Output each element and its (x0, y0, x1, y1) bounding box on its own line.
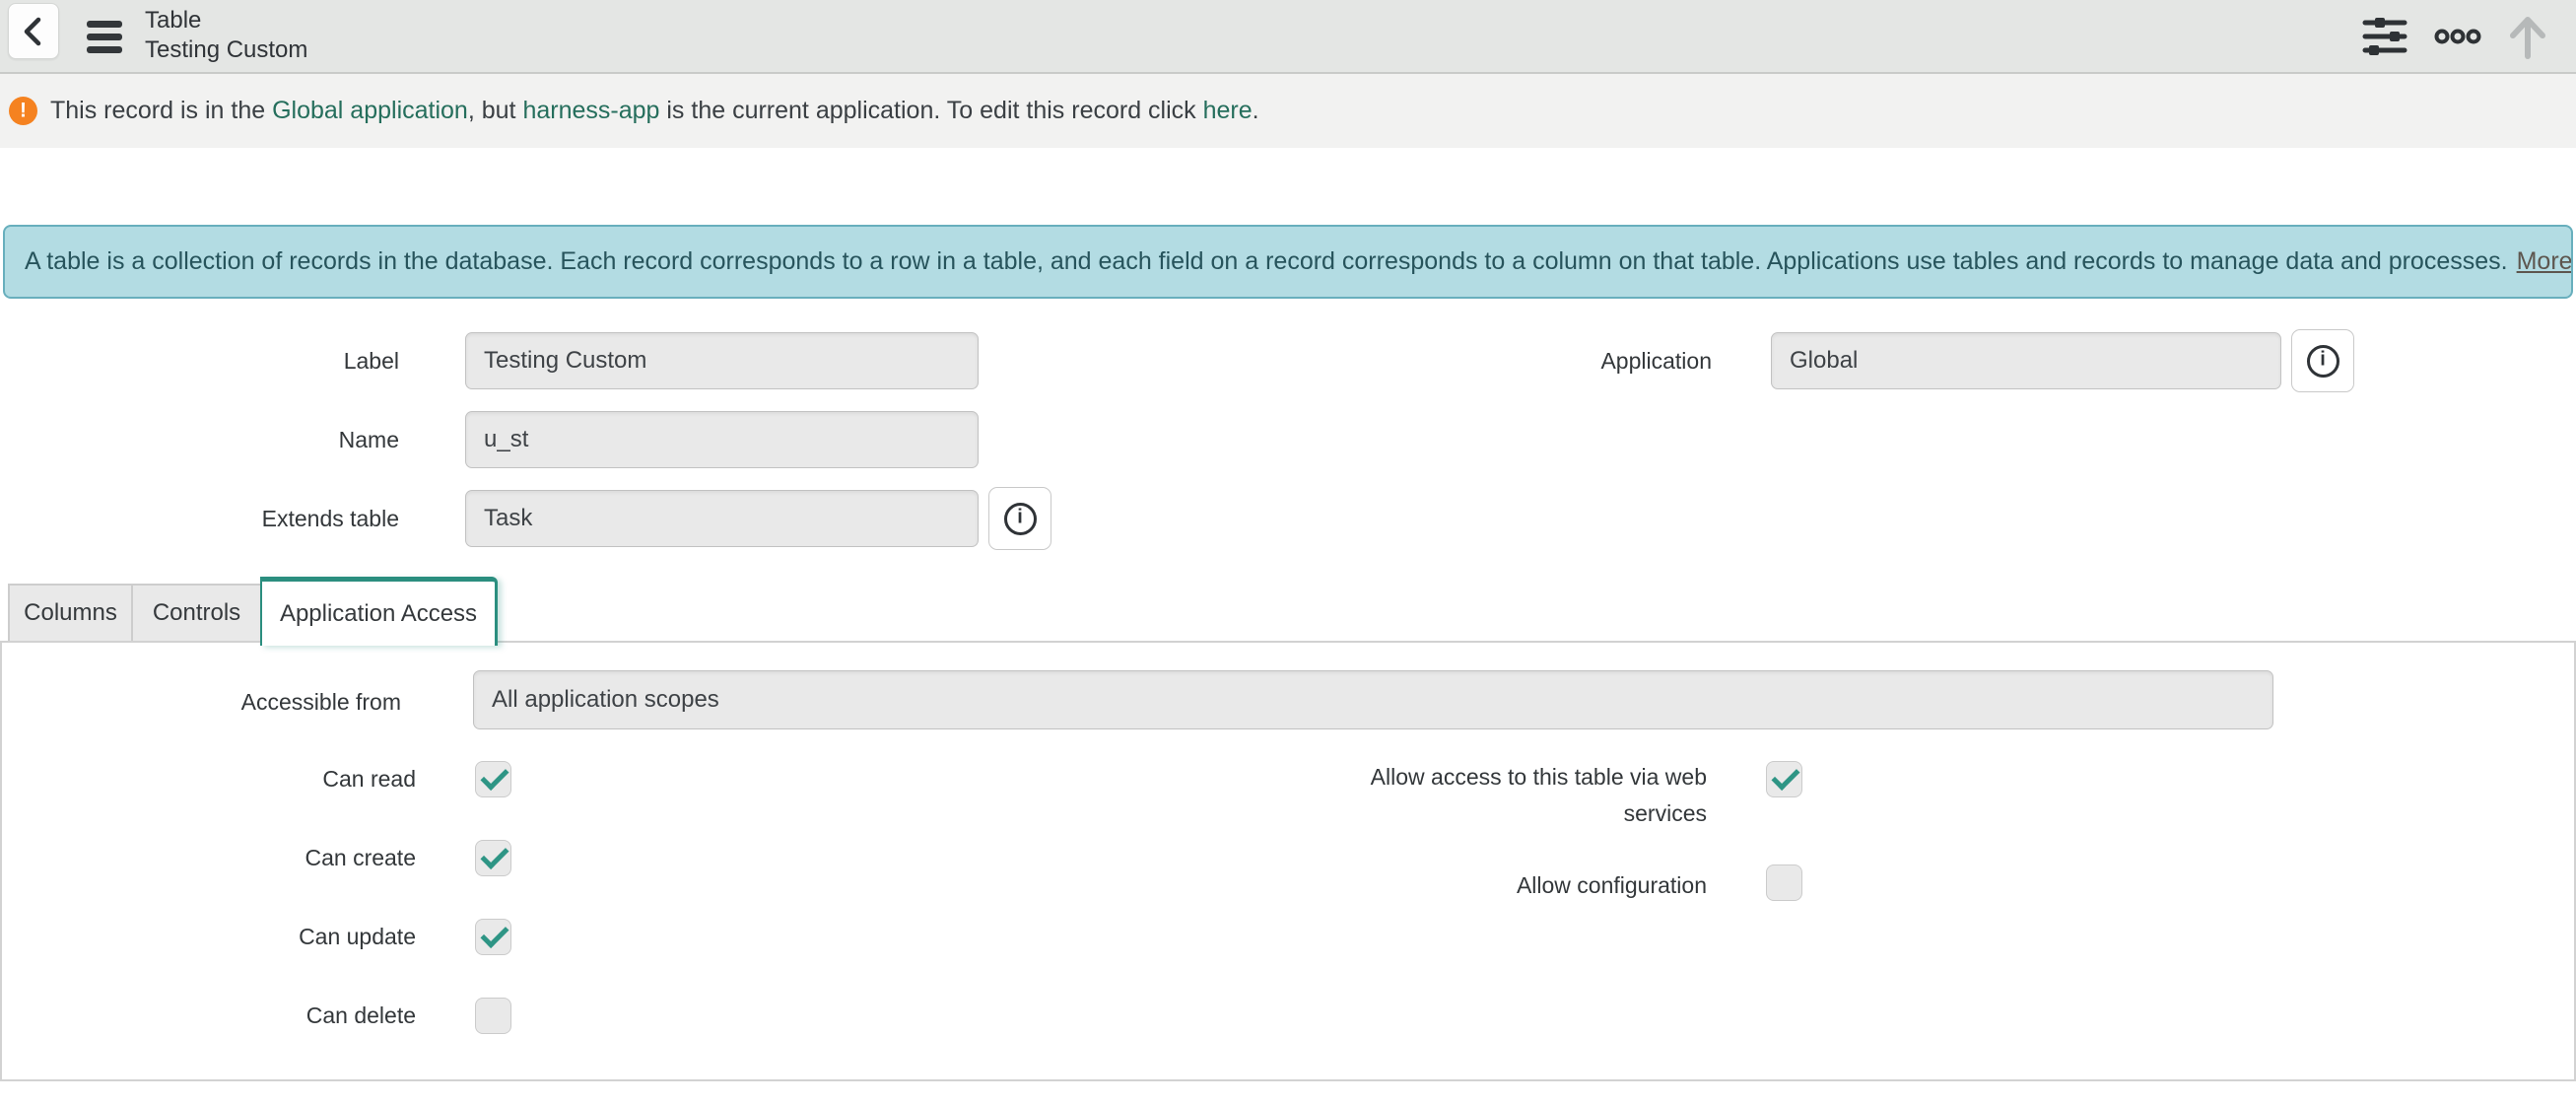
name-field-label: Name (0, 411, 399, 468)
label-field-label: Label (0, 332, 399, 389)
chevron-left-icon (19, 14, 48, 49)
global-application-link[interactable]: Global application (272, 97, 468, 124)
extends-table-field-input[interactable]: Task (465, 490, 979, 547)
extends-table-field-label: Extends table (0, 490, 399, 547)
tab-columns[interactable]: Columns (8, 584, 133, 641)
more-options-button[interactable] (2432, 0, 2483, 72)
current-application-link[interactable]: harness-app (522, 97, 659, 124)
sliders-icon (2362, 14, 2407, 59)
can-update-checkbox[interactable] (475, 919, 511, 955)
accessible-from-label: Accessible from (2, 672, 401, 731)
tab-application-access[interactable]: Application Access (260, 577, 498, 646)
can-delete-checkbox[interactable] (475, 998, 511, 1034)
extends-table-reference-info-button[interactable] (988, 487, 1051, 550)
edit-record-here-link[interactable]: here (1203, 97, 1253, 124)
info-icon (1004, 503, 1037, 535)
application-access-panel: Accessible from All application scopes C… (0, 641, 2576, 1081)
personalize-form-button[interactable] (2360, 0, 2409, 72)
allow-web-services-label: Allow access to this table via web servi… (1283, 759, 1707, 832)
cross-scope-warning-bar: This record is in the Global application… (0, 74, 2576, 148)
warning-icon (9, 97, 37, 125)
tab-controls[interactable]: Controls (131, 584, 262, 641)
can-delete-label: Can delete (2, 998, 416, 1034)
allow-configuration-label: Allow configuration (1283, 867, 1707, 904)
can-read-checkbox[interactable] (475, 761, 511, 797)
can-read-label: Can read (2, 761, 416, 797)
record-name-label: Testing Custom (145, 35, 307, 65)
more-options-icon (2434, 27, 2481, 46)
page-title: Table Testing Custom (145, 6, 307, 65)
header-bar: Table Testing Custom (0, 0, 2576, 74)
application-reference-info-button[interactable] (2291, 329, 2354, 392)
label-field-input[interactable]: Testing Custom (465, 332, 979, 389)
more-info-link[interactable]: More Info (2517, 247, 2573, 276)
application-field-input[interactable]: Global (1771, 332, 2281, 389)
info-icon (2307, 345, 2339, 378)
up-arrow-icon (2505, 13, 2550, 60)
allow-web-services-checkbox[interactable] (1766, 761, 1802, 797)
application-field-label: Application (1318, 332, 1712, 389)
table-record-page: Table Testing Custom (0, 0, 2576, 1106)
name-field-input[interactable]: u_st (465, 411, 979, 468)
can-create-checkbox[interactable] (475, 840, 511, 876)
accessible-from-select[interactable]: All application scopes (473, 670, 2273, 729)
record-type-label: Table (145, 6, 307, 35)
table-description-banner: A table is a collection of records in th… (3, 225, 2573, 299)
warning-message: This record is in the Global application… (50, 97, 1259, 125)
back-button[interactable] (8, 3, 59, 59)
banner-text: A table is a collection of records in th… (25, 247, 2508, 276)
can-create-label: Can create (2, 840, 416, 876)
can-update-label: Can update (2, 919, 416, 955)
hamburger-menu-icon[interactable] (87, 15, 124, 58)
scroll-to-top-button[interactable] (2503, 0, 2552, 72)
allow-configuration-checkbox[interactable] (1766, 864, 1802, 901)
